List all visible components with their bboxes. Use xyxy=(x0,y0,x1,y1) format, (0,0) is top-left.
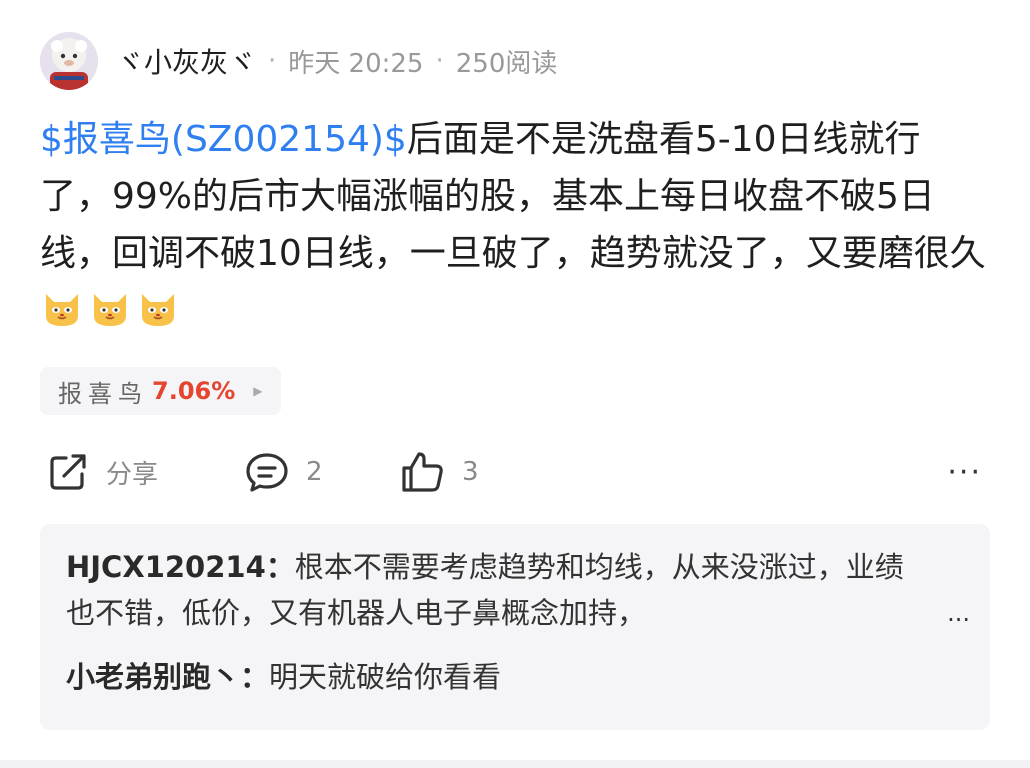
share-button[interactable]: 分享 xyxy=(46,446,158,498)
action-bar: 分享 2 3 ··· xyxy=(40,446,990,498)
stock-chip-change: 7.06% xyxy=(152,377,236,405)
comment-item[interactable]: HJCX120214：根本不需要考虑趋势和均线，从来没涨过，业绩也不错，低价，又… xyxy=(66,544,970,636)
like-count: 3 xyxy=(462,457,479,487)
cat-face-icon xyxy=(142,294,174,326)
meta-separator: · xyxy=(268,46,277,76)
comment-more-indicator: ... xyxy=(947,599,970,627)
comment-author[interactable]: HJCX120214： xyxy=(66,550,295,584)
share-icon xyxy=(50,454,86,490)
cat-face-icon xyxy=(94,294,126,326)
comment-item[interactable]: 小老弟别跑丶：明天就破给你看看 xyxy=(66,654,964,700)
stock-tag-link[interactable]: $报喜鸟(SZ002154)$ xyxy=(40,119,407,160)
stock-quote-chip[interactable]: 报喜鸟 7.06% ▶ xyxy=(40,367,281,415)
like-button[interactable]: 3 xyxy=(400,446,479,498)
stock-chip-name: 报喜鸟 xyxy=(58,379,148,408)
cat-face-icon xyxy=(46,294,78,326)
author-name[interactable]: ヾ小灰灰ヾ xyxy=(116,41,256,81)
meta-separator: · xyxy=(435,46,444,76)
bottom-divider xyxy=(0,760,1030,768)
read-count: 250阅读 xyxy=(455,48,558,79)
comment-text: 明天就破给你看看 xyxy=(269,660,502,694)
thumbs-up-icon xyxy=(402,452,443,492)
comment-preview-panel[interactable]: HJCX120214：根本不需要考虑趋势和均线，从来没涨过，业绩也不错，低价，又… xyxy=(40,524,990,730)
more-options-button[interactable]: ··· xyxy=(947,446,982,498)
comment-count: 2 xyxy=(306,457,323,487)
post-content: $报喜鸟(SZ002154)$后面是不是洗盘看5-10日线就行了，99%的后市大… xyxy=(40,111,990,339)
share-label: 分享 xyxy=(106,459,159,490)
comment-author[interactable]: 小老弟别跑丶： xyxy=(66,660,269,694)
comment-icon xyxy=(246,453,288,492)
post-time: 昨天 20:25 xyxy=(288,48,424,79)
user-avatar[interactable] xyxy=(40,32,98,90)
emoji-group xyxy=(40,290,184,331)
avatar-image xyxy=(40,32,98,90)
chevron-right-icon: ▶ xyxy=(253,384,263,398)
comment-button[interactable]: 2 xyxy=(244,446,323,498)
post-header: ヾ小灰灰ヾ · 昨天 20:25 · 250阅读 xyxy=(40,32,557,90)
